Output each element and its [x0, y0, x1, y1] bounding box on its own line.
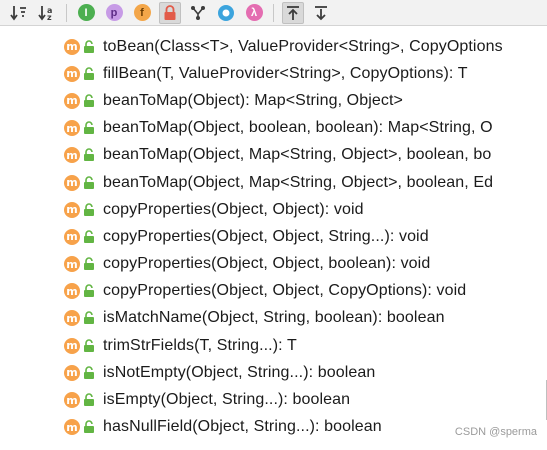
- show-lambdas-button[interactable]: λ: [243, 2, 265, 24]
- anonymous-class-icon: [218, 4, 234, 21]
- public-lock-icon: [84, 175, 94, 189]
- method-icon: m: [64, 419, 80, 436]
- method-signature: trimStrFields(T, String...): T: [103, 336, 297, 354]
- sort-by-visibility-icon: [10, 5, 26, 20]
- list-item[interactable]: m isEmpty(Object, String...): boolean: [0, 386, 547, 413]
- method-signature: beanToMap(Object): Map<String, Object>: [103, 91, 403, 109]
- list-item[interactable]: m beanToMap(Object): Map<String, Object>: [0, 87, 547, 114]
- public-lock-icon: [84, 257, 94, 271]
- method-signature: isMatchName(Object, String, boolean): bo…: [103, 309, 445, 327]
- show-interfaces-icon: I: [77, 4, 95, 21]
- public-lock-icon: [84, 67, 94, 80]
- show-interfaces-button[interactable]: I: [75, 2, 97, 24]
- list-item[interactable]: m isNotEmpty(Object, String...): boolean: [0, 359, 547, 386]
- method-signature: fillBean(T, ValueProvider<String>, CopyO…: [103, 64, 468, 82]
- lock-icon: [164, 4, 176, 20]
- method-icon: m: [64, 174, 80, 191]
- toolbar-separator: [273, 3, 274, 22]
- list-item[interactable]: m copyProperties(Object, Object, String.…: [0, 223, 547, 250]
- method-icon: m: [64, 228, 80, 245]
- list-item[interactable]: m toBean(Class<T>, ValueProvider<String>…: [0, 33, 547, 60]
- toolbar-separator: [66, 3, 67, 22]
- method-icon: m: [64, 120, 80, 137]
- method-signature: copyProperties(Object, Object, boolean):…: [103, 255, 431, 273]
- show-properties-button[interactable]: p: [103, 2, 125, 24]
- show-fields-icon: f: [133, 4, 151, 21]
- show-inherited-button[interactable]: [187, 2, 209, 24]
- list-item[interactable]: m beanToMap(Object, boolean, boolean): M…: [0, 115, 547, 142]
- public-lock-icon: [84, 338, 94, 352]
- method-signature: beanToMap(Object, boolean, boolean): Map…: [103, 119, 493, 137]
- sort-by-visibility-button[interactable]: [8, 2, 30, 24]
- list-item[interactable]: m beanToMap(Object, Map<String, Object>,…: [0, 142, 547, 169]
- public-lock-icon: [84, 148, 94, 162]
- public-lock-icon: [84, 366, 94, 379]
- public-lock-icon: [84, 393, 94, 407]
- autoscroll-from-source-icon: [315, 5, 327, 20]
- list-item[interactable]: m fillBean(T, ValueProvider<String>, Cop…: [0, 60, 547, 87]
- method-list: m toBean(Class<T>, ValueProvider<String>…: [0, 33, 547, 441]
- method-signature: beanToMap(Object, Map<String, Object>, b…: [103, 173, 494, 191]
- method-icon: m: [64, 201, 80, 218]
- list-item[interactable]: m copyProperties(Object, Object, boolean…: [0, 251, 547, 278]
- list-item[interactable]: m trimStrFields(T, String...): T: [0, 332, 547, 359]
- autoscroll-from-source-button[interactable]: [310, 2, 332, 24]
- method-signature: copyProperties(Object, Object, CopyOptio…: [103, 282, 467, 300]
- show-fields-button[interactable]: f: [131, 2, 153, 24]
- method-icon: m: [64, 92, 80, 109]
- public-lock-icon: [84, 39, 94, 53]
- list-item[interactable]: m copyProperties(Object, Object): void: [0, 196, 547, 223]
- method-signature: isNotEmpty(Object, String...): boolean: [103, 363, 376, 381]
- public-lock-icon: [84, 202, 94, 216]
- method-icon: m: [64, 256, 80, 273]
- public-lock-icon: [84, 121, 94, 135]
- public-lock-icon: [84, 420, 94, 434]
- method-signature: copyProperties(Object, Object, String...…: [103, 227, 429, 245]
- method-signature: toBean(Class<T>, ValueProvider<String>, …: [103, 37, 503, 55]
- show-lambdas-icon: λ: [245, 4, 263, 21]
- method-icon: m: [64, 310, 80, 327]
- method-icon: m: [64, 65, 80, 82]
- list-item[interactable]: m copyProperties(Object, Object, CopyOpt…: [0, 278, 547, 305]
- method-signature: hasNullField(Object, String...): boolean: [103, 418, 382, 436]
- method-signature: copyProperties(Object, Object): void: [103, 200, 364, 218]
- public-lock-icon: [84, 284, 94, 298]
- public-lock-icon: [84, 311, 94, 325]
- method-icon: m: [64, 283, 80, 300]
- list-item[interactable]: m isMatchName(Object, String, boolean): …: [0, 305, 547, 332]
- method-icon: m: [64, 337, 80, 354]
- method-icon: m: [64, 147, 80, 164]
- method-signature: beanToMap(Object, Map<String, Object>, b…: [103, 146, 492, 164]
- public-lock-icon: [84, 230, 94, 243]
- sort-alphabetically-button[interactable]: a z: [36, 2, 58, 24]
- method-icon: m: [64, 38, 80, 55]
- autoscroll-to-source-icon: [287, 5, 299, 20]
- list-item[interactable]: m beanToMap(Object, Map<String, Object>,…: [0, 169, 547, 196]
- svg-text:z: z: [47, 13, 52, 21]
- method-signature: isEmpty(Object, String...): boolean: [103, 391, 351, 409]
- sort-alphabetically-icon: a z: [38, 5, 52, 21]
- autoscroll-to-source-button[interactable]: [282, 1, 304, 24]
- public-lock-icon: [84, 94, 94, 107]
- structure-toolbar: a z I p f λ: [0, 0, 547, 26]
- watermark: CSDN @sperma: [454, 426, 537, 438]
- method-icon: m: [64, 392, 80, 409]
- method-icon: m: [64, 364, 80, 381]
- show-non-public-button[interactable]: [159, 1, 181, 24]
- show-properties-icon: p: [105, 4, 123, 21]
- inherited-hierarchy-icon: [191, 5, 205, 20]
- show-anonymous-button[interactable]: [215, 2, 237, 24]
